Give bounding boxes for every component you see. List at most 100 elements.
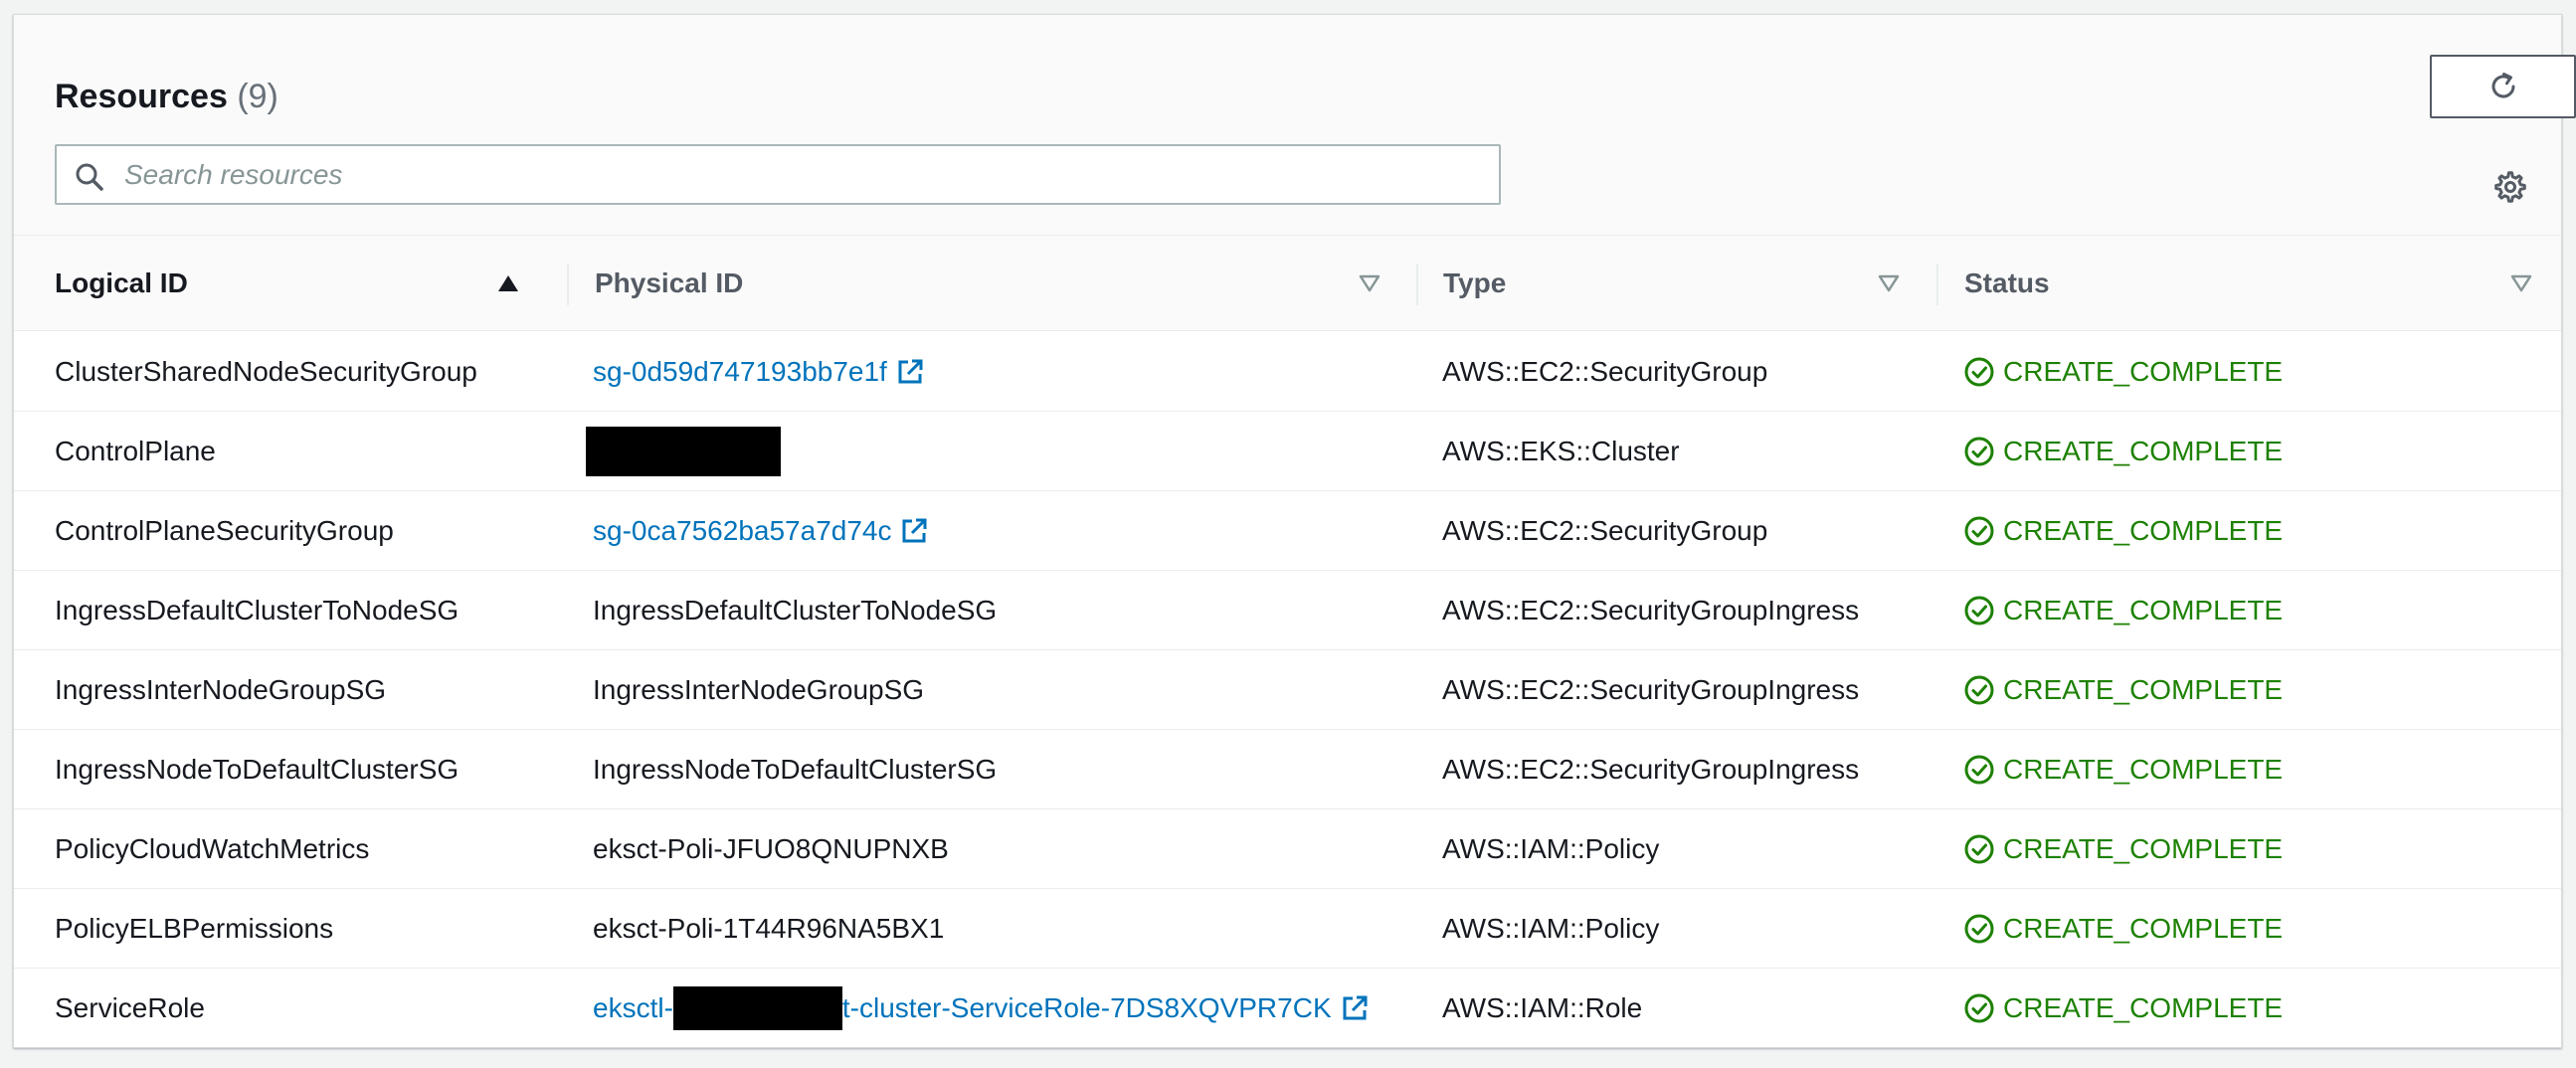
type-cell: AWS::IAM::Role <box>1442 992 1643 1023</box>
logical-id-cell: ControlPlaneSecurityGroup <box>55 515 394 546</box>
table-row: IngressInterNodeGroupSG IngressInterNode… <box>14 650 2561 730</box>
column-divider[interactable] <box>567 264 569 305</box>
status-indicator: CREATE_COMPLETE <box>1963 436 2283 467</box>
refresh-icon <box>2491 73 2514 98</box>
type-cell: AWS::EKS::Cluster <box>1442 436 1680 466</box>
physical-id-cell: sg-0d59d747193bb7e1f <box>593 332 925 412</box>
table-row: PolicyCloudWatchMetrics eksct-Poli-JFUO8… <box>14 809 2561 889</box>
gear-icon <box>2494 171 2526 203</box>
external-link-icon <box>1343 995 1368 1020</box>
logical-id-cell: IngressDefaultClusterToNodeSG <box>55 595 460 625</box>
title-text: Resources <box>55 78 228 115</box>
column-header-type[interactable]: Type <box>1443 236 1506 331</box>
column-header-status[interactable]: Status <box>1964 236 2050 331</box>
physical-id-cell: IngressInterNodeGroupSG <box>593 674 925 705</box>
logical-id-cell: PolicyCloudWatchMetrics <box>55 833 370 864</box>
table-row: ClusterSharedNodeSecurityGroup sg-0d59d7… <box>14 332 2561 412</box>
panel-header: Resources (9) <box>14 15 2576 236</box>
check-circle-icon <box>1964 993 1994 1023</box>
sort-ascending-icon[interactable] <box>496 273 520 293</box>
status-cell: CREATE_COMPLETE <box>1963 332 2283 412</box>
resource-count: (9) <box>237 78 278 115</box>
status-text: CREATE_COMPLETE <box>2003 754 2284 785</box>
physical-id-cell: IngressNodeToDefaultClusterSG <box>593 754 998 785</box>
physical-id-text: sg-0ca7562ba57a7d74c <box>593 515 892 546</box>
logical-id-cell: PolicyELBPermissions <box>55 913 334 944</box>
type-cell: AWS::EC2::SecurityGroupIngress <box>1442 595 1860 625</box>
table-row: PolicyELBPermissions eksct-Poli-1T44R96N… <box>14 889 2561 969</box>
refresh-button[interactable] <box>2430 55 2576 118</box>
physical-id-text: sg-0d59d747193bb7e1f <box>593 356 887 387</box>
column-label: Status <box>1964 267 2050 298</box>
status-cell: CREATE_COMPLETE <box>1963 412 2283 491</box>
sort-icon[interactable] <box>1358 273 1381 293</box>
status-cell: CREATE_COMPLETE <box>1963 969 2283 1048</box>
status-indicator: CREATE_COMPLETE <box>1963 356 2283 388</box>
status-text: CREATE_COMPLETE <box>2003 436 2284 466</box>
logical-id-cell: ControlPlane <box>55 436 216 466</box>
table-row: ControlPlaneSecurityGroup sg-0ca7562ba57… <box>14 491 2561 571</box>
status-text: CREATE_COMPLETE <box>2003 913 2284 944</box>
redacted-block <box>672 986 842 1030</box>
column-header-logical-id[interactable]: Logical ID <box>55 236 188 331</box>
status-cell: CREATE_COMPLETE <box>1963 889 2283 969</box>
status-text: CREATE_COMPLETE <box>2003 833 2284 864</box>
status-indicator: CREATE_COMPLETE <box>1963 992 2283 1024</box>
status-cell: CREATE_COMPLETE <box>1963 650 2283 730</box>
external-link-icon <box>902 518 927 543</box>
table-row: IngressNodeToDefaultClusterSG IngressNod… <box>14 730 2561 809</box>
logical-id-cell: ServiceRole <box>55 992 205 1023</box>
search-icon <box>76 163 103 191</box>
status-text: CREATE_COMPLETE <box>2003 356 2284 387</box>
check-circle-icon <box>1964 675 1994 705</box>
physical-id-prefix: eksctl- <box>593 992 673 1023</box>
status-indicator: CREATE_COMPLETE <box>1963 595 2283 626</box>
type-cell: AWS::IAM::Policy <box>1442 913 1660 944</box>
physical-id-link[interactable]: eksctl- t-cluster-ServiceRole-7DS8XQVPR7… <box>593 986 1370 1030</box>
search-field[interactable] <box>55 144 1501 205</box>
status-cell: CREATE_COMPLETE <box>1963 730 2283 809</box>
column-divider[interactable] <box>1936 264 1938 305</box>
column-label: Type <box>1443 267 1507 298</box>
column-label: Physical ID <box>595 267 744 298</box>
status-indicator: CREATE_COMPLETE <box>1963 515 2283 547</box>
status-text: CREATE_COMPLETE <box>2003 674 2284 705</box>
table-row: IngressDefaultClusterToNodeSG IngressDef… <box>14 571 2561 650</box>
type-cell: AWS::IAM::Policy <box>1442 833 1660 864</box>
type-cell: AWS::EC2::SecurityGroupIngress <box>1442 754 1860 785</box>
settings-button[interactable] <box>2491 168 2529 206</box>
check-circle-icon <box>1964 596 1994 625</box>
physical-id-cell: eksct-Poli-1T44R96NA5BX1 <box>593 913 945 944</box>
status-indicator: CREATE_COMPLETE <box>1963 754 2283 786</box>
physical-id-cell <box>586 412 781 491</box>
column-divider[interactable] <box>1416 264 1418 305</box>
physical-id-cell: eksct-Poli-JFUO8QNUPNXB <box>593 833 949 864</box>
sort-icon[interactable] <box>2509 273 2533 293</box>
table-row: ServiceRole eksctl- t-cluster-ServiceRol… <box>14 969 2561 1048</box>
physical-id-link[interactable]: sg-0ca7562ba57a7d74c <box>593 515 929 547</box>
physical-id-link[interactable]: sg-0d59d747193bb7e1f <box>593 356 925 388</box>
redacted-block <box>586 427 781 476</box>
status-cell: CREATE_COMPLETE <box>1963 809 2283 889</box>
physical-id-cell: IngressDefaultClusterToNodeSG <box>593 595 998 625</box>
sort-icon[interactable] <box>1877 273 1901 293</box>
search-input[interactable] <box>124 148 1487 202</box>
status-text: CREATE_COMPLETE <box>2003 992 2284 1023</box>
resources-panel: Resources (9) Search resources Logical I… <box>13 14 2576 1048</box>
status-indicator: CREATE_COMPLETE <box>1963 833 2283 865</box>
column-label: Logical ID <box>55 267 188 298</box>
check-circle-icon <box>1964 357 1994 387</box>
status-text: CREATE_COMPLETE <box>2003 595 2284 625</box>
status-cell: CREATE_COMPLETE <box>1963 571 2283 650</box>
physical-id-suffix: t-cluster-ServiceRole-7DS8XQVPR7CK <box>841 992 1332 1023</box>
physical-id-cell: sg-0ca7562ba57a7d74c <box>593 491 929 571</box>
logical-id-cell: IngressInterNodeGroupSG <box>55 674 387 705</box>
external-link-icon <box>898 359 923 384</box>
check-circle-icon <box>1964 834 1994 864</box>
check-circle-icon <box>1964 437 1994 466</box>
logical-id-cell: IngressNodeToDefaultClusterSG <box>55 754 460 785</box>
page-title: Resources (9) <box>55 77 278 116</box>
column-header-physical-id[interactable]: Physical ID <box>595 236 743 331</box>
type-cell: AWS::EC2::SecurityGroupIngress <box>1442 674 1860 705</box>
type-cell: AWS::EC2::SecurityGroup <box>1442 356 1768 387</box>
